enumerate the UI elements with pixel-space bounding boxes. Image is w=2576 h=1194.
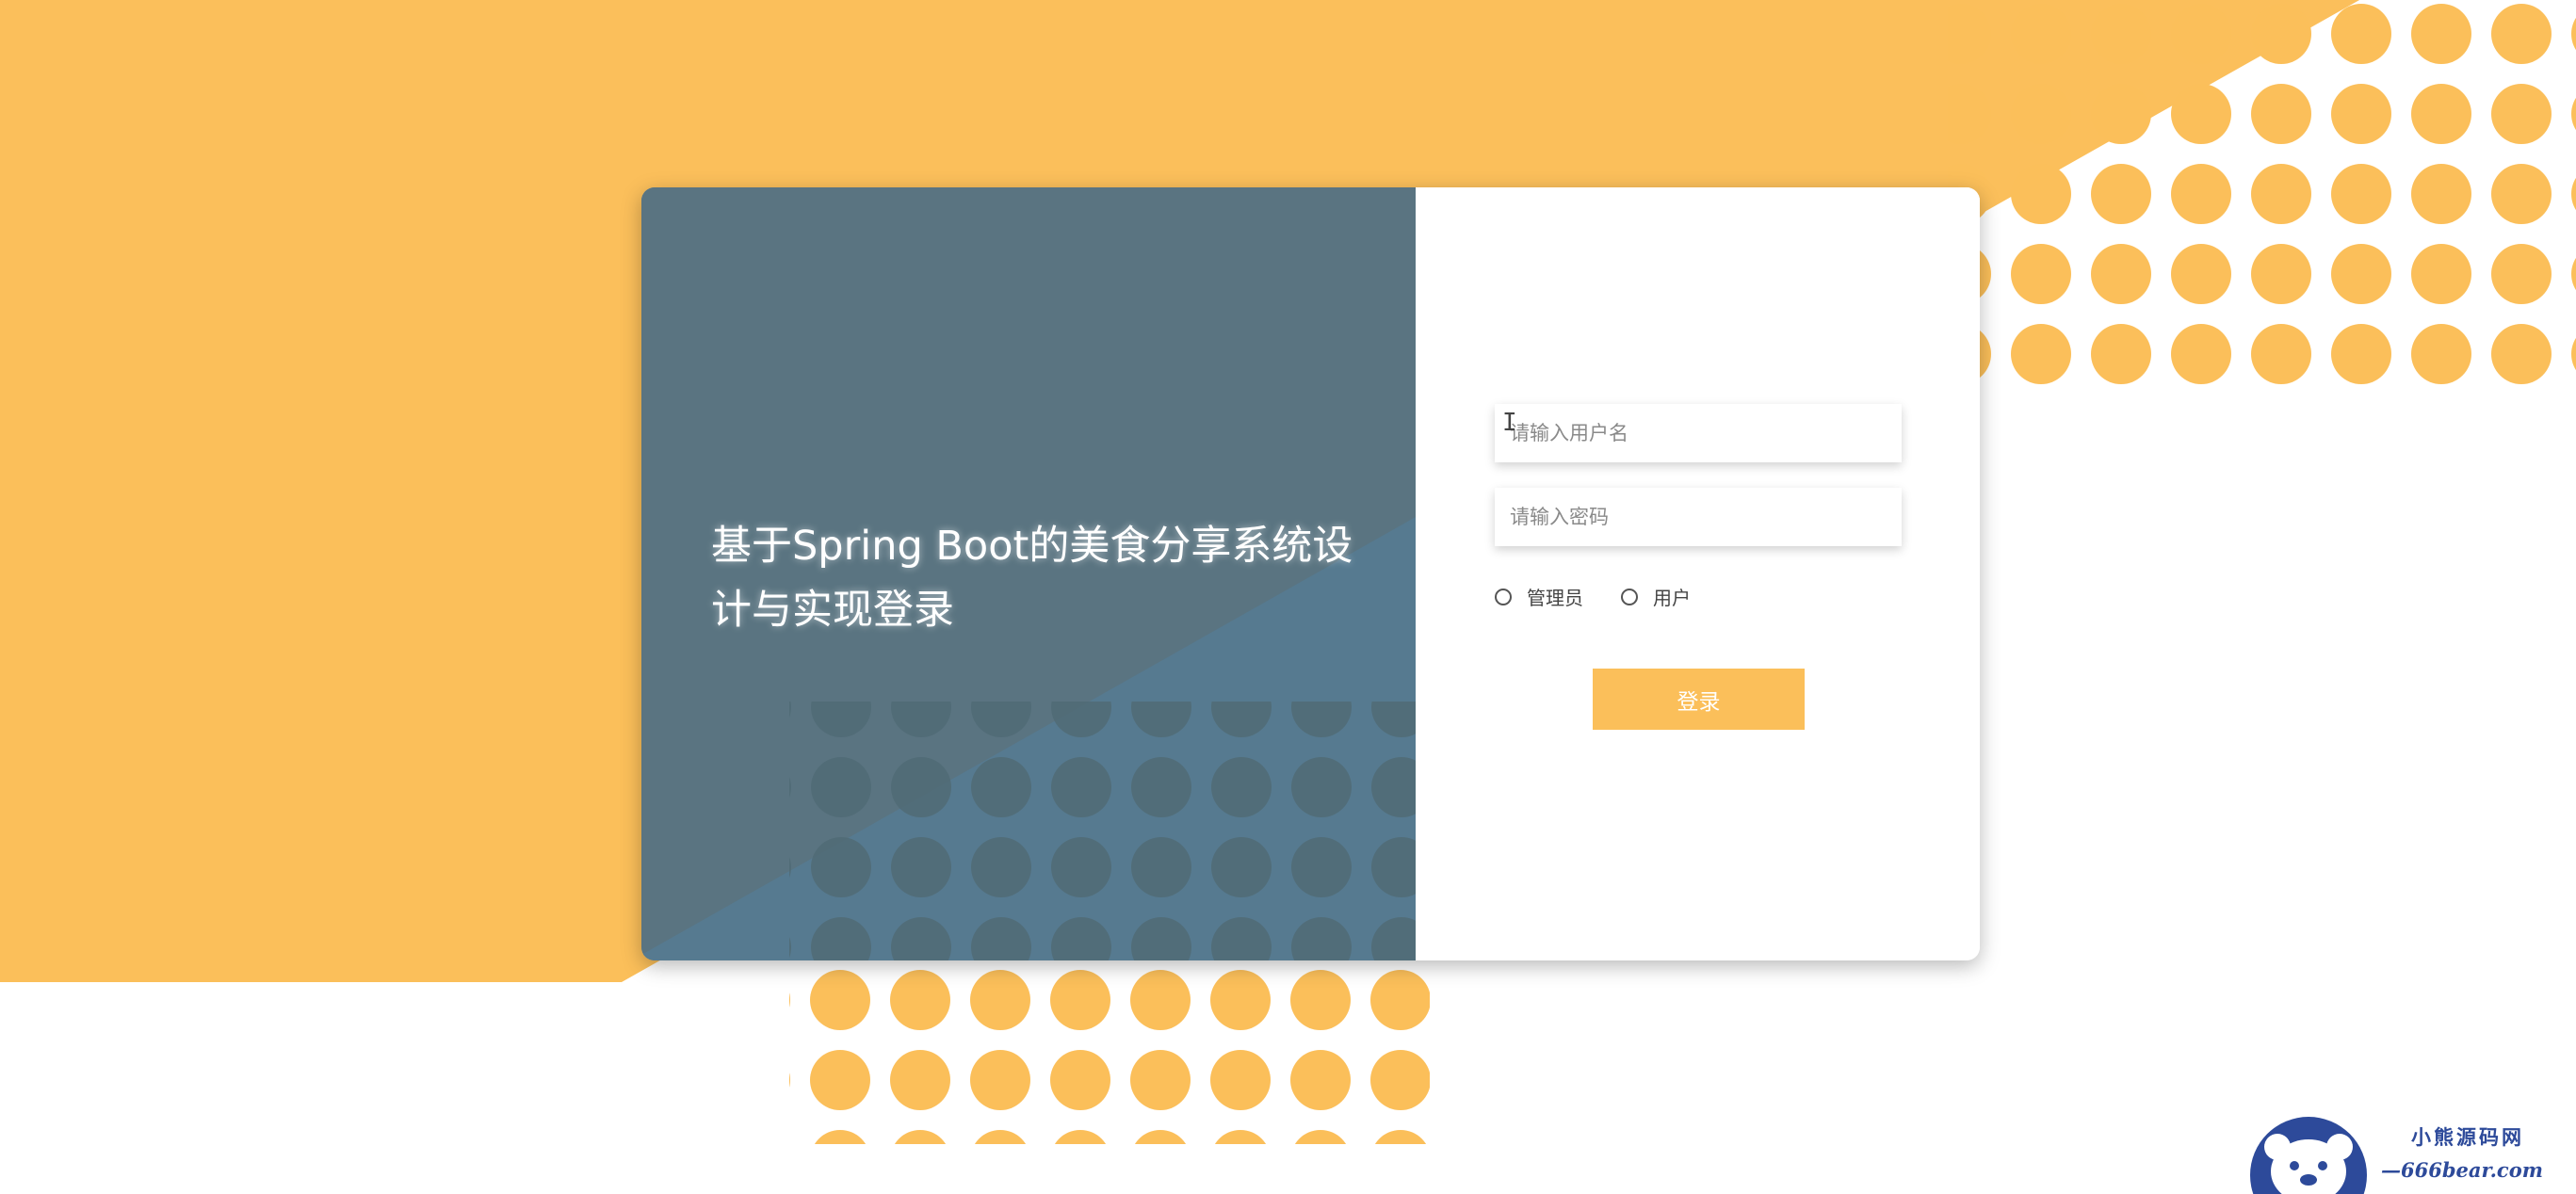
- login-page: 基于Spring Boot的美食分享系统设计与实现登录 I 管理员 用户 登录: [0, 0, 2576, 1194]
- radio-circle-icon[interactable]: [1621, 588, 1638, 605]
- watermark-site: —666bear.com—: [2381, 1158, 2543, 1194]
- role-user-radio[interactable]: 用户: [1621, 583, 1691, 610]
- username-input[interactable]: [1495, 404, 1902, 462]
- radio-circle-icon[interactable]: [1495, 588, 1512, 605]
- login-card: 基于Spring Boot的美食分享系统设计与实现登录 I 管理员 用户 登录: [641, 187, 1980, 960]
- watermark: 小熊源码网 —666bear.com—: [2242, 1102, 2552, 1194]
- bear-icon: [2250, 1117, 2367, 1194]
- role-admin-radio[interactable]: 管理员: [1495, 583, 1583, 610]
- watermark-brand: 小熊源码网: [2411, 1125, 2524, 1149]
- role-selector: 管理员 用户: [1495, 583, 1728, 610]
- login-form: I 管理员 用户 登录: [1416, 187, 1980, 960]
- system-title: 基于Spring Boot的美食分享系统设计与实现登录: [711, 523, 1353, 634]
- text-cursor-icon: I: [1502, 409, 1517, 437]
- role-admin-label: 管理员: [1527, 587, 1583, 609]
- login-banner: 基于Spring Boot的美食分享系统设计与实现登录: [641, 187, 1416, 960]
- role-user-label: 用户: [1653, 587, 1691, 609]
- login-button[interactable]: 登录: [1593, 669, 1805, 730]
- password-input[interactable]: [1495, 488, 1902, 546]
